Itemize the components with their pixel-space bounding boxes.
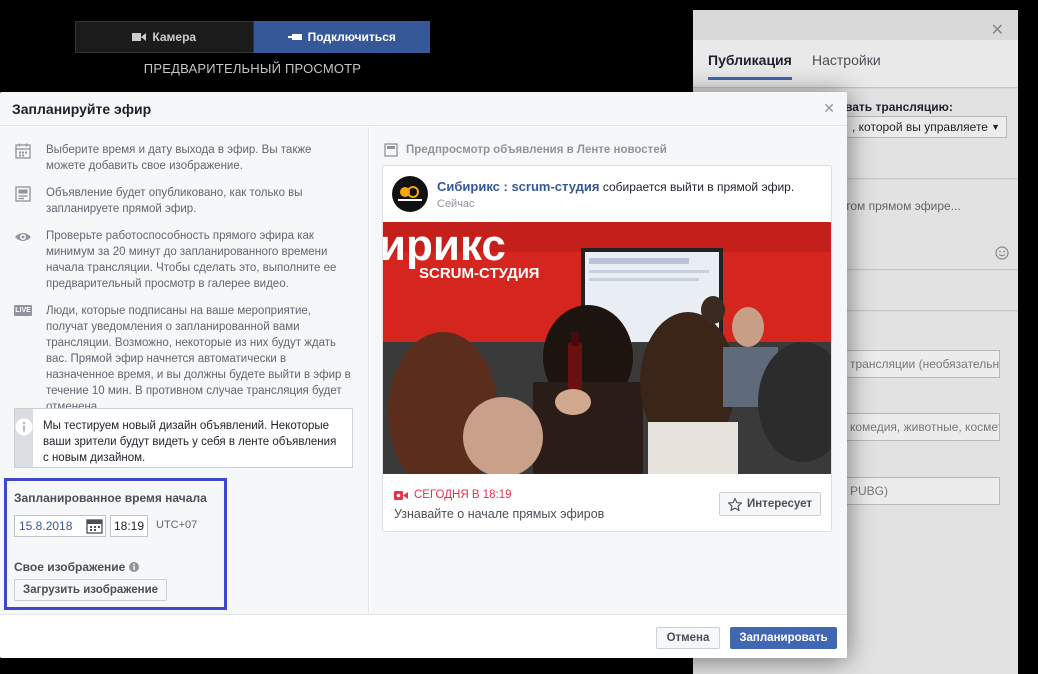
interested-button[interactable]: Интересует bbox=[718, 492, 821, 516]
calendar-picker-icon[interactable] bbox=[86, 518, 103, 534]
help-icon[interactable] bbox=[129, 562, 140, 572]
post-input[interactable]: том прямом эфире... bbox=[845, 199, 961, 213]
sibirix-logo bbox=[398, 186, 422, 201]
page-select[interactable]: , которой вы управляете ▼ bbox=[845, 116, 1007, 138]
share-label: вать трансляцию: bbox=[845, 100, 953, 114]
event-photo: ирикс SCRUM-СТУДИЯ bbox=[383, 222, 831, 474]
preview-heading: Предпросмотр объявления в Ленте новостей bbox=[384, 143, 667, 157]
event-date: СЕГОДНЯ В 18:19 bbox=[394, 489, 512, 501]
notice-icon-area bbox=[15, 409, 33, 467]
custom-image-text: Свое изображение bbox=[14, 560, 126, 574]
schedule-button[interactable]: Запланировать bbox=[730, 627, 837, 649]
info-item: LIVE Люди, которые подписаны на ваше мер… bbox=[14, 303, 354, 415]
avatar bbox=[392, 176, 428, 212]
preview-title: ПРЕДВАРИТЕЛЬНЫЙ ПРОСМОТР bbox=[143, 61, 362, 76]
event-photo-art: ирикс SCRUM-СТУДИЯ bbox=[383, 222, 831, 474]
date-input[interactable]: 15.8.2018 bbox=[14, 515, 106, 537]
title-input[interactable]: трансляции (необязательно bbox=[843, 350, 1000, 378]
page-select-value: , которой вы управляете bbox=[852, 120, 988, 134]
info-item: Выберите время и дату выхода в эфир. Вы … bbox=[14, 142, 354, 174]
design-notice: Мы тестируем новый дизайн объявлений. Не… bbox=[14, 408, 353, 468]
post-icon bbox=[15, 186, 31, 202]
chevron-down-icon: ▼ bbox=[991, 122, 1000, 132]
star-icon bbox=[727, 497, 742, 511]
ad-preview-card: Сибирикс : scrum-студия собирается выйти… bbox=[382, 165, 832, 532]
calendar-icon bbox=[15, 143, 31, 159]
timezone-label: UTC+07 bbox=[156, 519, 198, 531]
close-icon[interactable]: ✕ bbox=[823, 100, 835, 117]
close-icon[interactable]: ✕ bbox=[991, 20, 1004, 40]
upload-image-button[interactable]: Загрузить изображение bbox=[14, 579, 168, 601]
ad-preview-area: Предпросмотр объявления в Ленте новостей… bbox=[370, 127, 847, 614]
info-text: Проверьте работоспособность прямого эфир… bbox=[46, 230, 337, 290]
event-date-text: СЕГОДНЯ В 18:19 bbox=[414, 489, 512, 501]
dialog-footer: Отмена Запланировать bbox=[0, 614, 847, 658]
info-text: Объявление будет опубликовано, как тольк… bbox=[46, 187, 303, 215]
info-icon bbox=[15, 418, 33, 436]
info-item: Объявление будет опубликовано, как тольк… bbox=[14, 185, 354, 217]
dialog-header: Запланируйте эфир ✕ bbox=[0, 92, 847, 126]
post-action-text: собирается выйти в прямой эфир. bbox=[602, 180, 795, 194]
live-icon: LIVE bbox=[14, 305, 32, 316]
live-source-tabs: Камера Подключиться bbox=[75, 21, 430, 53]
custom-image-label: Свое изображение bbox=[14, 560, 140, 574]
preview-heading-text: Предпросмотр объявления в Ленте новостей bbox=[406, 144, 667, 156]
connect-label: Подключиться bbox=[307, 30, 396, 44]
schedule-settings: Выберите время и дату выхода в эфир. Вы … bbox=[0, 127, 369, 614]
banner-text: ирикс bbox=[383, 222, 506, 270]
emoji-icon[interactable] bbox=[995, 246, 1009, 260]
connect-button[interactable]: Подключиться bbox=[253, 21, 430, 53]
time-input[interactable]: 18:19 bbox=[110, 515, 148, 537]
event-description: Узнавайте о начале прямых эфиров bbox=[394, 507, 605, 521]
game-input[interactable]: PUBG) bbox=[843, 477, 1000, 505]
post-icon bbox=[384, 143, 398, 157]
tags-input[interactable]: комедия, животные, косметика bbox=[843, 413, 1000, 441]
publish-tabs: Публикация Настройки bbox=[693, 40, 1018, 88]
schedule-dialog: Запланируйте эфир ✕ Выберите время и дат… bbox=[0, 92, 847, 658]
camera-label: Камера bbox=[152, 30, 197, 44]
dialog-title: Запланируйте эфир bbox=[12, 100, 152, 117]
start-time-label: Запланированное время начала bbox=[14, 491, 207, 505]
post-header: Сибирикс : scrum-студия собирается выйти… bbox=[437, 179, 794, 194]
info-text: Выберите время и дату выхода в эфир. Вы … bbox=[46, 144, 312, 172]
interested-label: Интересует bbox=[746, 498, 812, 510]
camera-icon bbox=[132, 33, 147, 41]
live-video-icon bbox=[394, 490, 408, 500]
post-timestamp: Сейчас bbox=[437, 198, 475, 210]
page-name-link[interactable]: Сибирикс : scrum-студия bbox=[437, 179, 599, 194]
banner-sub-text: SCRUM-СТУДИЯ bbox=[419, 265, 539, 282]
eye-icon bbox=[15, 233, 31, 241]
info-text: Люди, которые подписаны на ваше мероприя… bbox=[46, 305, 351, 413]
tab-publish[interactable]: Публикация bbox=[708, 52, 792, 80]
notice-text: Мы тестируем новый дизайн объявлений. Не… bbox=[43, 420, 337, 464]
tab-settings[interactable]: Настройки bbox=[812, 52, 881, 68]
cancel-button[interactable]: Отмена bbox=[656, 627, 720, 649]
dialog-body: Выберите время и дату выхода в эфир. Вы … bbox=[0, 127, 847, 614]
date-value: 15.8.2018 bbox=[19, 519, 73, 533]
info-item: Проверьте работоспособность прямого эфир… bbox=[14, 228, 354, 292]
camera-button[interactable]: Камера bbox=[75, 21, 254, 53]
connect-icon bbox=[287, 34, 302, 40]
